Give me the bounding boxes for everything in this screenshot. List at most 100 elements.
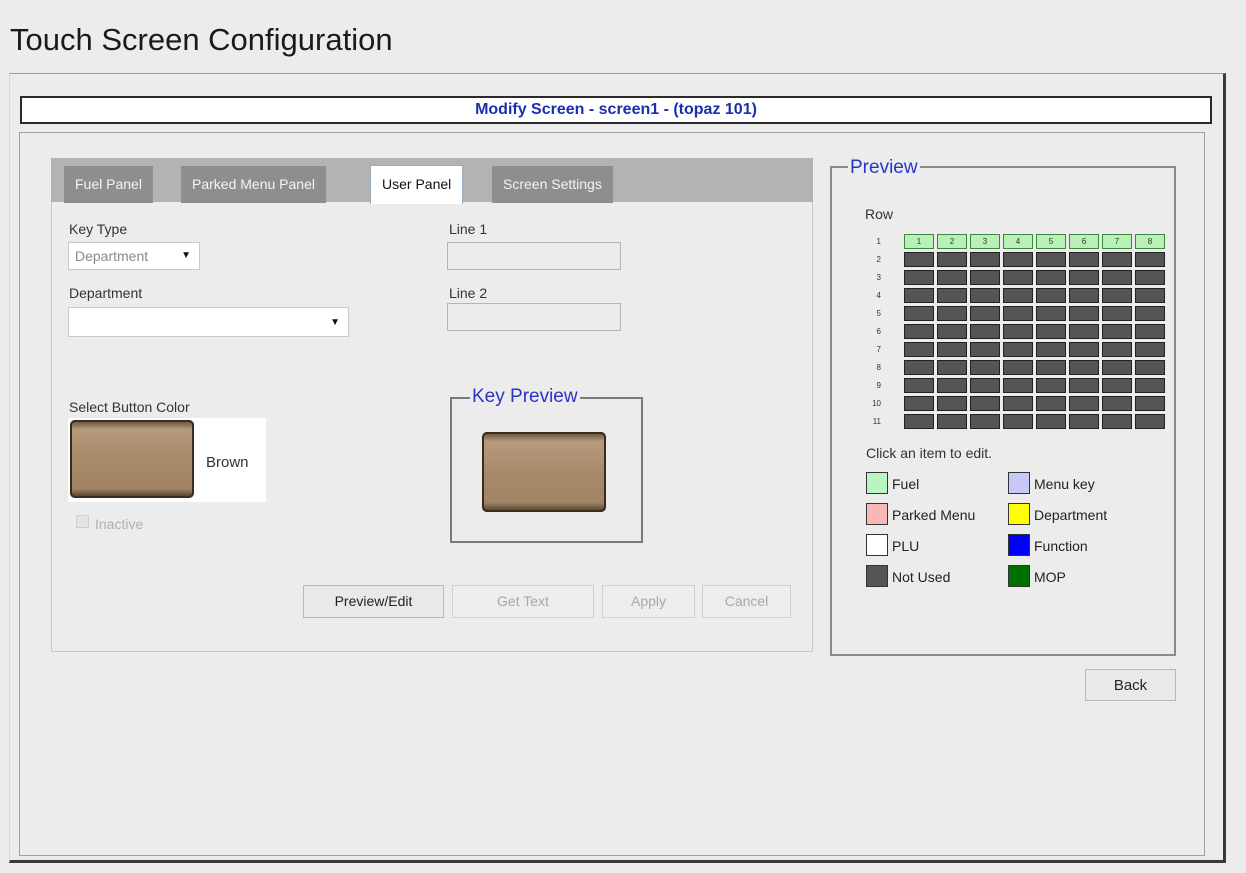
grid-cell-not-used[interactable]: [1069, 378, 1099, 393]
grid-cell-not-used[interactable]: [1003, 324, 1033, 339]
grid-cell-not-used[interactable]: [904, 360, 934, 375]
grid-cell-not-used[interactable]: [1069, 414, 1099, 429]
grid-cell-not-used[interactable]: [1135, 270, 1165, 285]
grid-cell-not-used[interactable]: [937, 396, 967, 411]
grid-cell-not-used[interactable]: [970, 252, 1000, 267]
grid-cell-not-used[interactable]: [1135, 252, 1165, 267]
grid-cell-not-used[interactable]: [1003, 342, 1033, 357]
grid-cell-not-used[interactable]: [1036, 378, 1066, 393]
grid-cell-not-used[interactable]: [1036, 360, 1066, 375]
grid-cell-not-used[interactable]: [937, 288, 967, 303]
key-type-select[interactable]: Department ▼: [68, 242, 200, 270]
grid-cell-not-used[interactable]: [937, 270, 967, 285]
grid-cell-not-used[interactable]: [1135, 324, 1165, 339]
grid-cell-not-used[interactable]: [1003, 288, 1033, 303]
grid-cell-not-used[interactable]: [970, 342, 1000, 357]
grid-cell-not-used[interactable]: [970, 378, 1000, 393]
grid-cell-not-used[interactable]: [1036, 396, 1066, 411]
grid-cell-fuel[interactable]: 3: [970, 234, 1000, 249]
grid-cell-not-used[interactable]: [1069, 360, 1099, 375]
inactive-checkbox[interactable]: [76, 515, 89, 528]
grid-cell-fuel[interactable]: 5: [1036, 234, 1066, 249]
grid-cell-not-used[interactable]: [904, 396, 934, 411]
grid-cell-not-used[interactable]: [1102, 414, 1132, 429]
grid-cell-not-used[interactable]: [1135, 378, 1165, 393]
grid-cell-not-used[interactable]: [970, 288, 1000, 303]
grid-cell-not-used[interactable]: [1069, 306, 1099, 321]
grid-cell-not-used[interactable]: [1102, 288, 1132, 303]
grid-cell-not-used[interactable]: [1003, 306, 1033, 321]
grid-cell-not-used[interactable]: [1102, 306, 1132, 321]
grid-cell-not-used[interactable]: [904, 288, 934, 303]
grid-cell-not-used[interactable]: [1102, 360, 1132, 375]
grid-cell-not-used[interactable]: [904, 378, 934, 393]
grid-cell-not-used[interactable]: [1036, 306, 1066, 321]
grid-cell-fuel[interactable]: 1: [904, 234, 934, 249]
grid-cell-not-used[interactable]: [1135, 342, 1165, 357]
grid-cell-not-used[interactable]: [1003, 270, 1033, 285]
grid-cell-fuel[interactable]: 6: [1069, 234, 1099, 249]
grid-cell-not-used[interactable]: [1036, 342, 1066, 357]
grid-cell-not-used[interactable]: [904, 414, 934, 429]
grid-cell-not-used[interactable]: [1069, 288, 1099, 303]
grid-cell-fuel[interactable]: 2: [937, 234, 967, 249]
tab-parked-menu-panel[interactable]: Parked Menu Panel: [181, 166, 326, 203]
grid-cell-not-used[interactable]: [1003, 252, 1033, 267]
grid-cell-not-used[interactable]: [1036, 324, 1066, 339]
grid-cell-not-used[interactable]: [1036, 414, 1066, 429]
grid-cell-not-used[interactable]: [1003, 414, 1033, 429]
grid-cell-not-used[interactable]: [1036, 252, 1066, 267]
grid-cell-not-used[interactable]: [937, 324, 967, 339]
grid-cell-fuel[interactable]: 8: [1135, 234, 1165, 249]
tab-screen-settings[interactable]: Screen Settings: [492, 166, 613, 203]
grid-cell-not-used[interactable]: [937, 378, 967, 393]
grid-cell-not-used[interactable]: [1135, 306, 1165, 321]
grid-cell-not-used[interactable]: [970, 270, 1000, 285]
grid-cell-not-used[interactable]: [1003, 360, 1033, 375]
grid-cell-not-used[interactable]: [1102, 270, 1132, 285]
get-text-button[interactable]: Get Text: [452, 585, 594, 618]
grid-cell-not-used[interactable]: [937, 252, 967, 267]
preview-edit-button[interactable]: Preview/Edit: [303, 585, 444, 618]
grid-cell-not-used[interactable]: [937, 360, 967, 375]
grid-cell-not-used[interactable]: [970, 306, 1000, 321]
line1-input[interactable]: [447, 242, 621, 270]
grid-cell-not-used[interactable]: [970, 360, 1000, 375]
grid-cell-not-used[interactable]: [1135, 396, 1165, 411]
grid-cell-not-used[interactable]: [904, 342, 934, 357]
department-select[interactable]: ▼: [68, 307, 349, 337]
tab-user-panel[interactable]: User Panel: [370, 165, 464, 204]
grid-cell-not-used[interactable]: [1069, 324, 1099, 339]
back-button[interactable]: Back: [1085, 669, 1176, 701]
grid-cell-not-used[interactable]: [904, 324, 934, 339]
grid-cell-not-used[interactable]: [1003, 378, 1033, 393]
color-picker[interactable]: Brown: [68, 418, 266, 502]
grid-cell-not-used[interactable]: [904, 252, 934, 267]
grid-cell-not-used[interactable]: [937, 414, 967, 429]
brown-swatch[interactable]: [70, 420, 194, 498]
grid-cell-not-used[interactable]: [1069, 396, 1099, 411]
grid-cell-fuel[interactable]: 4: [1003, 234, 1033, 249]
grid-cell-not-used[interactable]: [1069, 252, 1099, 267]
grid-cell-not-used[interactable]: [970, 324, 1000, 339]
grid-cell-not-used[interactable]: [970, 396, 1000, 411]
grid-cell-not-used[interactable]: [1102, 378, 1132, 393]
grid-cell-not-used[interactable]: [1036, 288, 1066, 303]
grid-cell-not-used[interactable]: [1135, 414, 1165, 429]
tab-fuel-panel[interactable]: Fuel Panel: [64, 166, 153, 203]
apply-button[interactable]: Apply: [602, 585, 695, 618]
grid-cell-not-used[interactable]: [937, 342, 967, 357]
grid-cell-not-used[interactable]: [1069, 270, 1099, 285]
grid-cell-not-used[interactable]: [1102, 396, 1132, 411]
grid-cell-not-used[interactable]: [970, 414, 1000, 429]
grid-cell-not-used[interactable]: [937, 306, 967, 321]
grid-cell-fuel[interactable]: 7: [1102, 234, 1132, 249]
grid-cell-not-used[interactable]: [1003, 396, 1033, 411]
grid-cell-not-used[interactable]: [1135, 360, 1165, 375]
grid-cell-not-used[interactable]: [904, 270, 934, 285]
grid-cell-not-used[interactable]: [1102, 342, 1132, 357]
grid-cell-not-used[interactable]: [1069, 342, 1099, 357]
grid-cell-not-used[interactable]: [904, 306, 934, 321]
grid-cell-not-used[interactable]: [1102, 252, 1132, 267]
cancel-button[interactable]: Cancel: [702, 585, 791, 618]
